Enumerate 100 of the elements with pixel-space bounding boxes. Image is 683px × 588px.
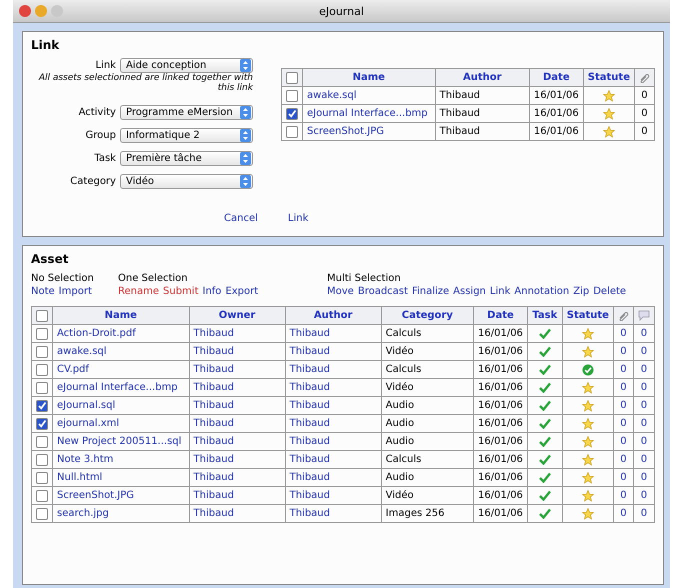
column-header[interactable]: Task xyxy=(527,306,562,324)
file-link[interactable]: ScreenShot.JPG xyxy=(52,486,190,504)
file-link[interactable]: ejournal.xml xyxy=(52,414,190,432)
count-link[interactable]: 0 xyxy=(613,432,634,450)
column-header[interactable]: Date xyxy=(474,306,528,324)
user-link[interactable]: Thibaud xyxy=(189,432,286,450)
count-link[interactable]: 0 xyxy=(633,396,654,414)
user-link[interactable]: Thibaud xyxy=(285,396,382,414)
column-header[interactable]: Name xyxy=(302,68,436,86)
count-link[interactable]: 0 xyxy=(613,378,634,396)
count-link[interactable]: 0 xyxy=(613,396,634,414)
action-link[interactable]: Note xyxy=(31,285,55,298)
user-link[interactable]: Thibaud xyxy=(285,432,382,450)
link-button[interactable]: Link xyxy=(288,213,308,224)
checkbox[interactable] xyxy=(36,490,48,502)
column-header[interactable]: Owner xyxy=(189,306,286,324)
count-link[interactable]: 0 xyxy=(613,342,634,360)
checkbox[interactable] xyxy=(36,454,48,466)
user-link[interactable]: Thibaud xyxy=(285,324,382,342)
count-link[interactable]: 0 xyxy=(613,414,634,432)
close-button[interactable] xyxy=(19,5,31,17)
action-link[interactable]: Zip xyxy=(573,285,590,298)
count-link[interactable]: 0 xyxy=(613,360,634,378)
checkbox[interactable] xyxy=(36,418,48,430)
checkbox[interactable] xyxy=(286,126,298,138)
action-link[interactable]: Assign xyxy=(453,285,486,298)
action-link[interactable]: Info xyxy=(202,285,222,298)
action-link[interactable]: Rename xyxy=(118,285,160,298)
file-link[interactable]: awake.sql xyxy=(302,86,436,104)
dropdown[interactable]: Vidéo xyxy=(120,174,253,189)
file-link[interactable]: eJournal.sql xyxy=(52,396,190,414)
count-link[interactable]: 0 xyxy=(633,324,654,342)
action-link[interactable]: Export xyxy=(225,285,258,298)
user-link[interactable]: Thibaud xyxy=(189,414,286,432)
action-link[interactable]: Move xyxy=(327,285,354,298)
column-header[interactable]: Statute xyxy=(562,306,614,324)
file-link[interactable]: Note 3.htm xyxy=(52,450,190,468)
file-link[interactable]: eJournal Interface...bmp xyxy=(302,104,436,122)
user-link[interactable]: Thibaud xyxy=(285,378,382,396)
count-link[interactable]: 0 xyxy=(613,468,634,486)
action-link[interactable]: Submit xyxy=(163,285,198,298)
action-link[interactable]: Finalize xyxy=(412,285,450,298)
user-link[interactable]: Thibaud xyxy=(285,342,382,360)
file-link[interactable]: awake.sql xyxy=(52,342,190,360)
checkbox[interactable] xyxy=(286,90,298,102)
column-header[interactable]: Statute xyxy=(583,68,634,86)
user-link[interactable]: Thibaud xyxy=(285,504,382,522)
dropdown[interactable]: Aide conception xyxy=(120,58,253,73)
checkbox[interactable] xyxy=(36,328,48,340)
user-link[interactable]: Thibaud xyxy=(189,396,286,414)
count-link[interactable]: 0 xyxy=(633,504,654,522)
link-button[interactable]: Cancel xyxy=(224,213,258,224)
user-link[interactable]: Thibaud xyxy=(189,450,286,468)
dropdown[interactable]: Informatique 2 xyxy=(120,128,253,143)
dropdown[interactable]: Première tâche xyxy=(120,151,253,166)
action-link[interactable]: Broadcast xyxy=(358,285,408,298)
user-link[interactable]: Thibaud xyxy=(189,504,286,522)
count-link[interactable]: 0 xyxy=(613,504,634,522)
checkbox[interactable] xyxy=(286,72,298,84)
checkbox[interactable] xyxy=(36,346,48,358)
file-link[interactable]: eJournal Interface...bmp xyxy=(52,378,190,396)
count-link[interactable]: 0 xyxy=(633,468,654,486)
file-link[interactable]: search.jpg xyxy=(52,504,190,522)
checkbox[interactable] xyxy=(36,472,48,484)
action-link[interactable]: Link xyxy=(490,285,510,298)
count-link[interactable]: 0 xyxy=(613,324,634,342)
checkbox[interactable] xyxy=(36,436,48,448)
file-link[interactable]: New Project 200511...sql xyxy=(52,432,190,450)
count-link[interactable]: 0 xyxy=(633,342,654,360)
user-link[interactable]: Thibaud xyxy=(189,486,286,504)
checkbox[interactable] xyxy=(36,400,48,412)
user-link[interactable]: Thibaud xyxy=(285,486,382,504)
column-header[interactable]: Author xyxy=(435,68,530,86)
checkbox[interactable] xyxy=(36,382,48,394)
count-link[interactable]: 0 xyxy=(633,414,654,432)
count-link[interactable]: 0 xyxy=(633,378,654,396)
action-link[interactable]: Annotation xyxy=(514,285,570,298)
user-link[interactable]: Thibaud xyxy=(189,378,286,396)
column-header[interactable]: Name xyxy=(52,306,190,324)
dropdown[interactable]: Programme eMersion xyxy=(120,105,253,120)
checkbox[interactable] xyxy=(36,364,48,376)
file-link[interactable]: Action-Droit.pdf xyxy=(52,324,190,342)
count-link[interactable]: 0 xyxy=(613,486,634,504)
checkbox[interactable] xyxy=(36,310,48,322)
checkbox[interactable] xyxy=(286,108,298,120)
action-link[interactable]: Import xyxy=(58,285,92,298)
user-link[interactable]: Thibaud xyxy=(189,324,286,342)
user-link[interactable]: Thibaud xyxy=(285,450,382,468)
checkbox[interactable] xyxy=(36,508,48,520)
file-link[interactable]: ScreenShot.JPG xyxy=(302,122,436,140)
user-link[interactable]: Thibaud xyxy=(189,360,286,378)
column-header[interactable]: Category xyxy=(381,306,474,324)
count-link[interactable]: 0 xyxy=(613,450,634,468)
count-link[interactable]: 0 xyxy=(633,486,654,504)
action-link[interactable]: Delete xyxy=(593,285,626,298)
count-link[interactable]: 0 xyxy=(633,432,654,450)
column-header[interactable]: Date xyxy=(529,68,584,86)
user-link[interactable]: Thibaud xyxy=(285,360,382,378)
file-link[interactable]: Null.html xyxy=(52,468,190,486)
user-link[interactable]: Thibaud xyxy=(189,468,286,486)
